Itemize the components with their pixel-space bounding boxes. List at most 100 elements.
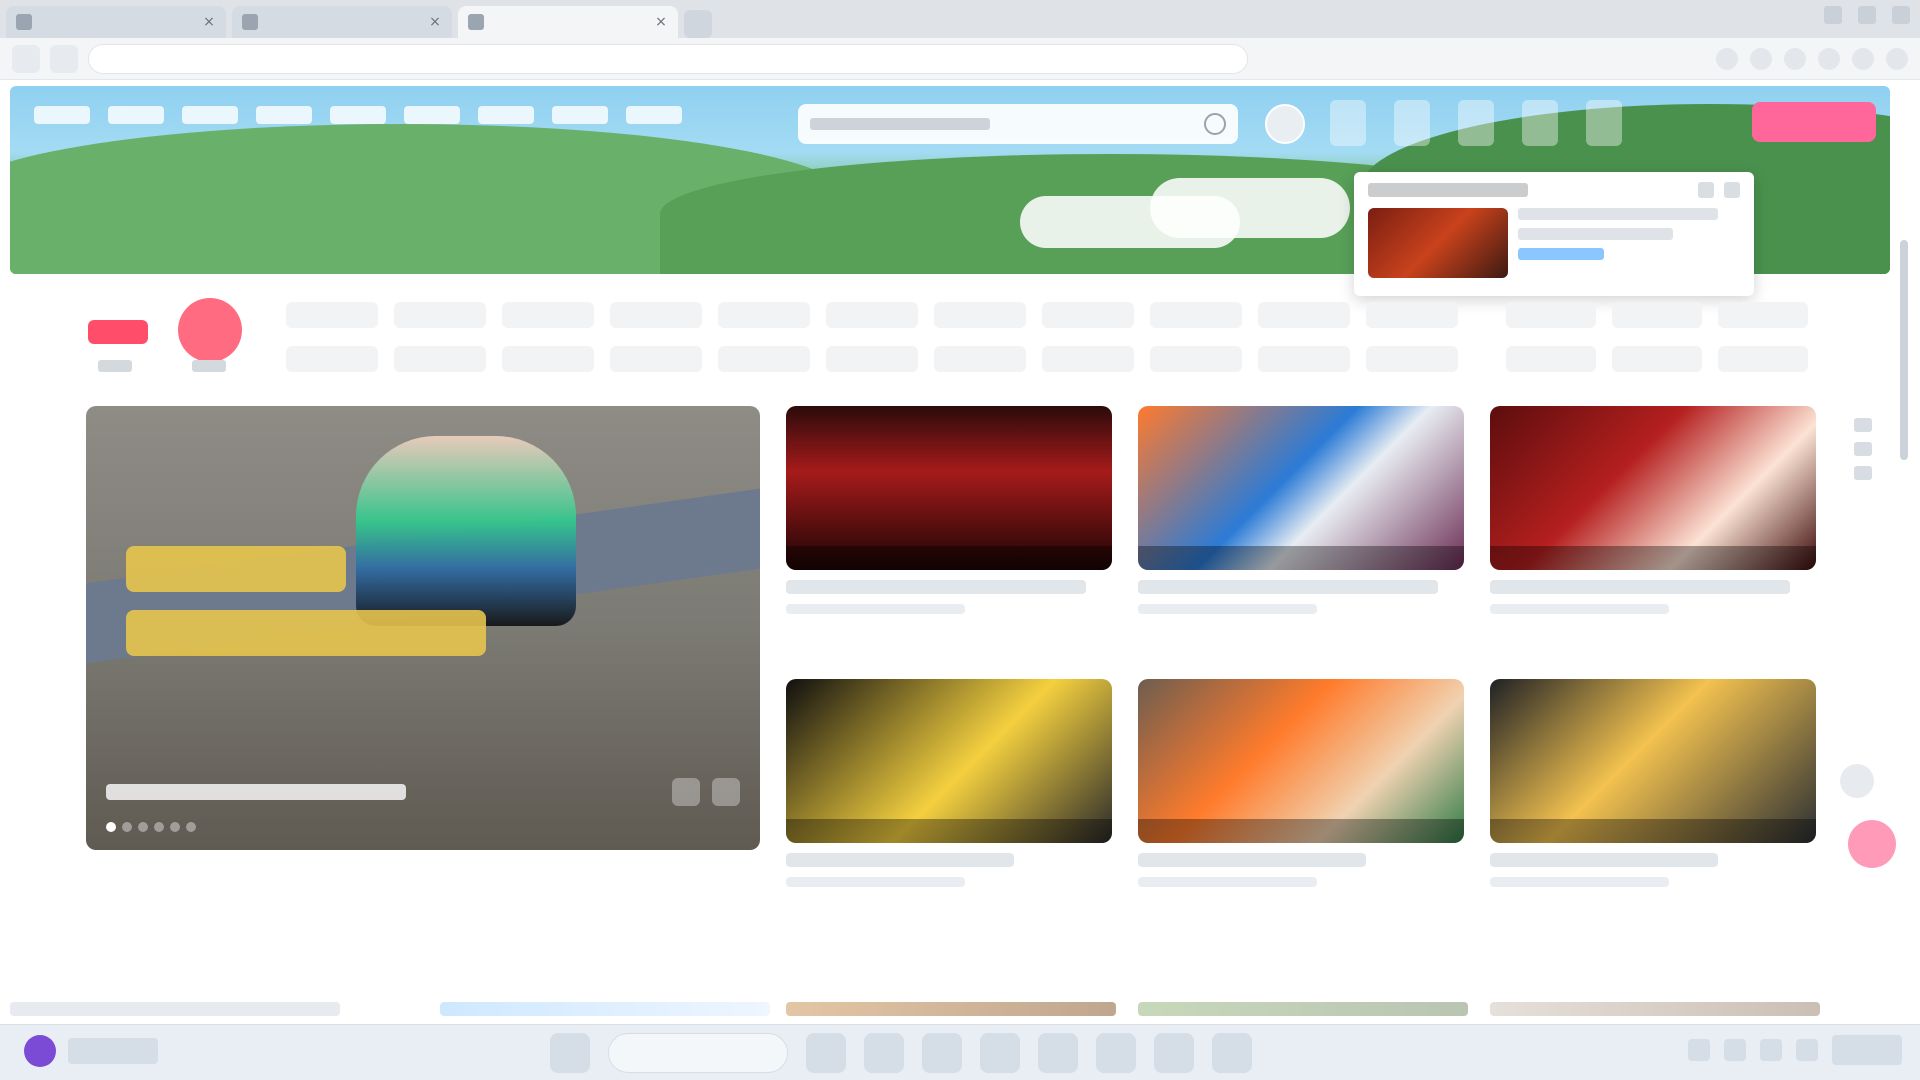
category-chip[interactable]	[502, 302, 594, 328]
weather-text[interactable]	[68, 1038, 158, 1064]
browser-tab-3[interactable]: ×	[458, 6, 678, 38]
side-menu-item[interactable]	[1854, 442, 1872, 456]
carousel-dot[interactable]	[106, 822, 116, 832]
favorites-icon[interactable]	[1750, 47, 1772, 70]
category-chip[interactable]	[1366, 302, 1458, 328]
nav-item[interactable]	[478, 106, 534, 124]
nav-item[interactable]	[182, 106, 238, 124]
category-chip[interactable]	[394, 302, 486, 328]
minimize-icon[interactable]	[1824, 6, 1842, 24]
carousel-title[interactable]	[106, 784, 406, 800]
taskbar-search[interactable]	[608, 1033, 788, 1073]
video-title[interactable]	[1138, 853, 1367, 867]
category-chip[interactable]	[1042, 346, 1134, 372]
video-title[interactable]	[1490, 580, 1790, 594]
close-icon[interactable]: ×	[428, 15, 442, 29]
refresh-button[interactable]	[50, 44, 78, 73]
back-button[interactable]	[12, 44, 40, 73]
video-title[interactable]	[1138, 580, 1438, 594]
vip-icon[interactable]	[1330, 100, 1366, 146]
nav-item[interactable]	[108, 106, 164, 124]
vertical-scrollbar[interactable]	[1900, 240, 1908, 460]
network-icon[interactable]	[1724, 1039, 1746, 1061]
menu-icon[interactable]	[1886, 47, 1908, 70]
category-chip[interactable]	[1506, 346, 1596, 372]
close-icon[interactable]: ×	[202, 15, 216, 29]
chevron-up-icon[interactable]	[1688, 1039, 1710, 1061]
avatar[interactable]	[1265, 104, 1305, 144]
category-chip[interactable]	[826, 302, 918, 328]
history-icon[interactable]	[1586, 100, 1622, 146]
battery-icon[interactable]	[1796, 1039, 1818, 1061]
task-view-icon[interactable]	[806, 1033, 846, 1073]
carousel-dot[interactable]	[138, 822, 148, 832]
category-chip[interactable]	[718, 302, 810, 328]
video-card[interactable]	[1490, 679, 1816, 926]
app-icon[interactable]	[1212, 1033, 1252, 1073]
category-chip[interactable]	[826, 346, 918, 372]
wechat-icon[interactable]	[980, 1033, 1020, 1073]
popup-link[interactable]	[1518, 248, 1604, 260]
url-field[interactable]	[88, 43, 1248, 74]
refresh-fab[interactable]	[1840, 764, 1874, 798]
category-chip[interactable]	[1718, 346, 1808, 372]
category-chip[interactable]	[502, 346, 594, 372]
search-icon[interactable]	[1204, 113, 1226, 135]
video-thumbnail[interactable]	[1138, 679, 1464, 843]
clock[interactable]	[1832, 1035, 1902, 1065]
category-chip[interactable]	[1718, 302, 1808, 328]
next-icon[interactable]	[712, 778, 740, 806]
edge-icon[interactable]	[1154, 1033, 1194, 1073]
chrome-icon[interactable]	[1038, 1033, 1078, 1073]
browser-tab-1[interactable]: ×	[6, 6, 226, 38]
hot-entry[interactable]	[86, 298, 150, 362]
message-icon[interactable]	[1394, 100, 1430, 146]
category-chip[interactable]	[1506, 302, 1596, 328]
side-menu-item[interactable]	[1854, 466, 1872, 480]
maximize-icon[interactable]	[1858, 6, 1876, 24]
new-tab-button[interactable]	[684, 10, 712, 38]
video-thumbnail[interactable]	[1490, 679, 1816, 843]
category-chip[interactable]	[1042, 302, 1134, 328]
popup-thumbnail[interactable]	[1368, 208, 1508, 278]
nav-item[interactable]	[552, 106, 608, 124]
category-chip[interactable]	[934, 346, 1026, 372]
extension-icon[interactable]	[1716, 47, 1738, 70]
download-icon[interactable]	[1818, 47, 1840, 70]
category-chip[interactable]	[1150, 346, 1242, 372]
close-icon[interactable]: ×	[654, 15, 668, 29]
profile-icon[interactable]	[1852, 47, 1874, 70]
video-card[interactable]	[1490, 406, 1816, 653]
video-title[interactable]	[786, 580, 1086, 594]
video-thumbnail[interactable]	[786, 406, 1112, 570]
video-title[interactable]	[1490, 853, 1719, 867]
channel-entry[interactable]	[178, 298, 242, 362]
category-chip[interactable]	[934, 302, 1026, 328]
close-icon[interactable]	[1724, 182, 1740, 198]
video-card[interactable]	[1138, 679, 1464, 926]
video-thumbnail[interactable]	[1490, 406, 1816, 570]
category-chip[interactable]	[394, 346, 486, 372]
category-chip[interactable]	[1612, 302, 1702, 328]
history-icon[interactable]	[1784, 47, 1806, 70]
file-explorer-icon[interactable]	[864, 1033, 904, 1073]
video-title[interactable]	[786, 853, 1015, 867]
carousel-dot[interactable]	[170, 822, 180, 832]
site-search-bar[interactable]	[798, 104, 1238, 144]
volume-icon[interactable]	[1760, 1039, 1782, 1061]
side-menu-item[interactable]	[1854, 418, 1872, 432]
video-thumbnail[interactable]	[786, 679, 1112, 843]
featured-carousel[interactable]	[86, 406, 760, 850]
terminal-icon[interactable]	[922, 1033, 962, 1073]
video-card[interactable]	[786, 679, 1112, 926]
nav-item[interactable]	[404, 106, 460, 124]
nav-item[interactable]	[256, 106, 312, 124]
popup-item-title[interactable]	[1518, 208, 1718, 220]
carousel-dot[interactable]	[186, 822, 196, 832]
category-chip[interactable]	[610, 302, 702, 328]
weather-icon[interactable]	[24, 1035, 56, 1067]
nav-item[interactable]	[626, 106, 682, 124]
settings-icon[interactable]	[1698, 182, 1714, 198]
category-chip[interactable]	[286, 346, 378, 372]
carousel-dot[interactable]	[122, 822, 132, 832]
